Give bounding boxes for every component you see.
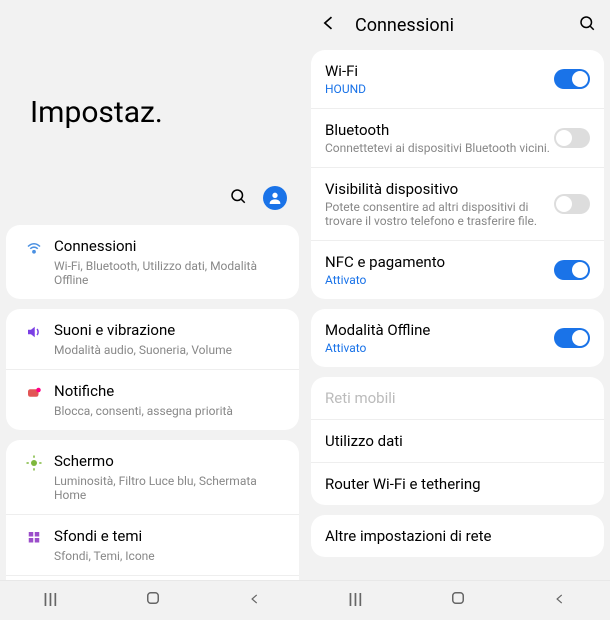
item-utilizzo-dati[interactable]: Utilizzo dati bbox=[311, 419, 604, 462]
item-nfc[interactable]: NFC e pagamento Attivato bbox=[311, 240, 604, 299]
item-sub: Wi-Fi, Bluetooth, Utilizzo dati, Modalit… bbox=[54, 259, 285, 288]
notification-icon bbox=[25, 384, 43, 406]
item-sub: Attivato bbox=[325, 341, 554, 355]
settings-item-connessioni[interactable]: Connessioni Wi-Fi, Bluetooth, Utilizzo d… bbox=[6, 225, 299, 299]
search-icon[interactable] bbox=[578, 14, 596, 36]
wifi-toggle[interactable] bbox=[554, 69, 590, 89]
item-router[interactable]: Router Wi-Fi e tethering bbox=[311, 462, 604, 505]
connections-screen: Connessioni Wi-Fi HOUND Bluetooth Connet… bbox=[305, 0, 610, 620]
item-title: Wi-Fi bbox=[325, 62, 554, 80]
search-more-hint: Cercate altro? bbox=[311, 567, 604, 580]
item-reti-mobili[interactable]: Reti mobili bbox=[311, 377, 604, 419]
nav-home-icon[interactable] bbox=[144, 589, 162, 612]
item-sub: Luminosità, Filtro Luce blu, Schermata H… bbox=[54, 474, 285, 503]
settings-group: Connessioni Wi-Fi, Bluetooth, Utilizzo d… bbox=[6, 225, 299, 299]
item-sub: Connettetevi ai dispositivi Bluetooth vi… bbox=[325, 141, 554, 155]
item-bluetooth[interactable]: Bluetooth Connettetevi ai dispositivi Bl… bbox=[311, 108, 604, 167]
settings-title-area: Impostaz. bbox=[0, 0, 305, 225]
android-navbar: III bbox=[305, 580, 610, 620]
item-title: Suoni e vibrazione bbox=[54, 321, 285, 341]
item-title: Notifiche bbox=[54, 382, 285, 402]
item-title: NFC e pagamento bbox=[325, 253, 554, 271]
search-icon[interactable] bbox=[229, 187, 247, 209]
item-sub: HOUND bbox=[325, 82, 554, 96]
sound-icon bbox=[25, 323, 43, 345]
nav-back-icon[interactable] bbox=[248, 590, 262, 611]
item-sub: Modalità audio, Suoneria, Volume bbox=[54, 343, 285, 357]
item-airplane[interactable]: Modalità Offline Attivato bbox=[311, 309, 604, 367]
connections-group: Wi-Fi HOUND Bluetooth Connettetevi ai di… bbox=[311, 50, 604, 299]
airplane-toggle[interactable] bbox=[554, 328, 590, 348]
connections-group: Modalità Offline Attivato bbox=[311, 309, 604, 367]
item-title: Sfondi e temi bbox=[54, 527, 285, 547]
back-icon[interactable] bbox=[319, 13, 339, 37]
settings-group: Suoni e vibrazione Modalità audio, Suone… bbox=[6, 309, 299, 430]
item-title: Schermo bbox=[54, 452, 285, 472]
settings-item-notifiche[interactable]: Notifiche Blocca, consenti, assegna prio… bbox=[6, 369, 299, 430]
settings-item-sfondi[interactable]: Sfondi e temi Sfondi, Temi, Icone bbox=[6, 514, 299, 575]
appbar: Connessioni bbox=[305, 0, 610, 50]
account-avatar[interactable] bbox=[263, 186, 287, 210]
item-title: Utilizzo dati bbox=[325, 432, 590, 450]
settings-item-suoni[interactable]: Suoni e vibrazione Modalità audio, Suone… bbox=[6, 309, 299, 369]
item-altre[interactable]: Altre impostazioni di rete bbox=[311, 515, 604, 557]
item-sub: Attivato bbox=[325, 273, 554, 287]
item-title: Router Wi-Fi e tethering bbox=[325, 475, 590, 493]
item-sub: Blocca, consenti, assegna priorità bbox=[54, 404, 285, 418]
android-navbar: III bbox=[0, 580, 305, 620]
page-title: Impostaz. bbox=[30, 95, 163, 130]
nfc-toggle[interactable] bbox=[554, 260, 590, 280]
appbar-title: Connessioni bbox=[355, 15, 578, 36]
themes-icon bbox=[25, 529, 43, 551]
item-title: Visibilità dispositivo bbox=[325, 180, 554, 198]
display-icon bbox=[25, 454, 43, 476]
item-title: Connessioni bbox=[54, 237, 285, 257]
item-visibility[interactable]: Visibilità dispositivo Potete consentire… bbox=[311, 167, 604, 240]
settings-item-schermo[interactable]: Schermo Luminosità, Filtro Luce blu, Sch… bbox=[6, 440, 299, 514]
nav-recent-icon[interactable]: III bbox=[43, 590, 58, 611]
wifi-icon bbox=[25, 239, 43, 261]
item-wifi[interactable]: Wi-Fi HOUND bbox=[311, 50, 604, 108]
visibility-toggle[interactable] bbox=[554, 194, 590, 214]
item-title: Modalità Offline bbox=[325, 321, 554, 339]
item-title: Altre impostazioni di rete bbox=[325, 527, 590, 545]
bluetooth-toggle[interactable] bbox=[554, 128, 590, 148]
item-sub: Potete consentire ad altri dispositivi d… bbox=[325, 200, 554, 228]
connections-group: Reti mobili Utilizzo dati Router Wi-Fi e… bbox=[311, 377, 604, 505]
nav-back-icon[interactable] bbox=[553, 590, 567, 611]
connections-group: Altre impostazioni di rete bbox=[311, 515, 604, 557]
nav-home-icon[interactable] bbox=[449, 589, 467, 612]
item-sub: Sfondi, Temi, Icone bbox=[54, 549, 285, 563]
settings-group: Schermo Luminosità, Filtro Luce blu, Sch… bbox=[6, 440, 299, 580]
item-title: Reti mobili bbox=[325, 389, 590, 407]
item-title: Bluetooth bbox=[325, 121, 554, 139]
settings-root-screen: Impostaz. Connessioni Wi-Fi, Bluetooth, … bbox=[0, 0, 305, 620]
nav-recent-icon[interactable]: III bbox=[348, 590, 363, 611]
